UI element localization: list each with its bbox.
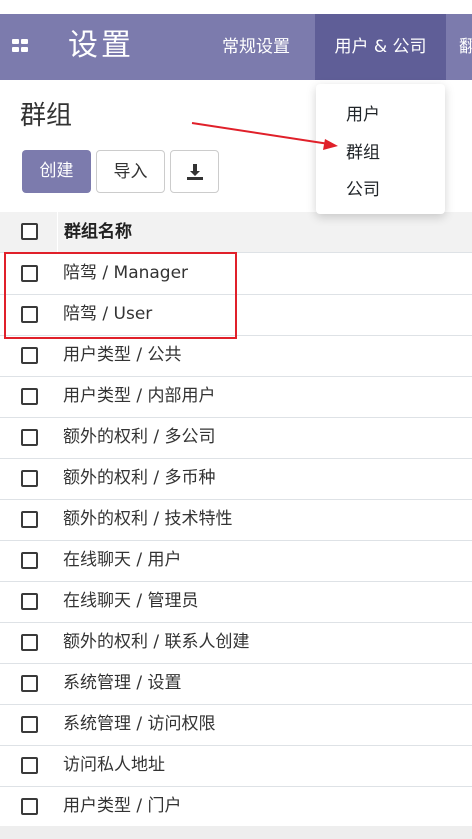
annotation-arrow-icon	[191, 122, 338, 150]
